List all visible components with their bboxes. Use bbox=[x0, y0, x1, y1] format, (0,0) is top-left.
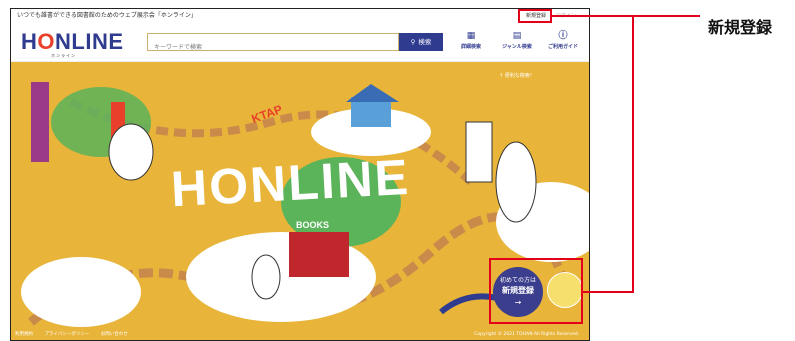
nav-detail-search[interactable]: ▦ 詳細検索 bbox=[449, 31, 493, 50]
callout-line-vertical bbox=[632, 15, 634, 292]
detail-search-icon: ▦ bbox=[466, 31, 476, 41]
site-header: HONLINE ホンライン ⚲検索 ▦ 詳細検索 ▤ ジャンル検索 ⓘ ご利用ガ… bbox=[11, 23, 589, 62]
search-input[interactable] bbox=[148, 38, 396, 57]
top-bar: いつでも誰書ができる図書館のためのウェブ展示会「ホンライン」 新規登録 ログイン bbox=[11, 9, 589, 23]
footer-link-contact[interactable]: お問い合わせ bbox=[101, 332, 128, 337]
callout-line-top bbox=[552, 15, 700, 17]
footer-link-terms[interactable]: 利用規約 bbox=[15, 332, 33, 337]
nav-usage-guide[interactable]: ⓘ ご利用ガイド bbox=[541, 31, 585, 50]
footer-link-privacy[interactable]: プライバシーポリシー bbox=[44, 332, 89, 337]
search-button-label: 検索 bbox=[418, 38, 432, 46]
nav-label: ジャンル検索 bbox=[502, 44, 532, 50]
register-highlight-box bbox=[518, 9, 552, 23]
cta-highlight-box bbox=[489, 258, 583, 324]
annotation-label: 新規登録 bbox=[708, 18, 773, 37]
search-box bbox=[147, 33, 399, 57]
info-icon: ⓘ bbox=[558, 31, 568, 41]
search-button[interactable]: ⚲ 検索 bbox=[399, 33, 443, 51]
copyright: Copyright © 2021 TOHAN All Rights Reserv… bbox=[474, 332, 579, 337]
genre-search-icon: ▤ bbox=[512, 31, 522, 41]
convenient-search-note: ↑ 便利な検索！ bbox=[499, 73, 535, 79]
site-footer: 利用規約 プライバシーポリシー お問い合わせ Copyright © 2021 … bbox=[11, 330, 589, 340]
nav-label: ご利用ガイド bbox=[547, 44, 578, 50]
site-logo[interactable]: HONLINE bbox=[21, 29, 124, 55]
site-tagline: いつでも誰書ができる図書館のためのウェブ展示会「ホンライン」 bbox=[17, 12, 197, 19]
nav-label: 詳細検索 bbox=[460, 44, 481, 50]
nav-genre-search[interactable]: ▤ ジャンル検索 bbox=[495, 31, 539, 50]
logo-subtitle: ホンライン bbox=[51, 53, 76, 58]
callout-line-bottom bbox=[583, 291, 634, 293]
search-icon: ⚲ bbox=[410, 38, 416, 46]
books-sign: BOOKS bbox=[296, 220, 330, 230]
